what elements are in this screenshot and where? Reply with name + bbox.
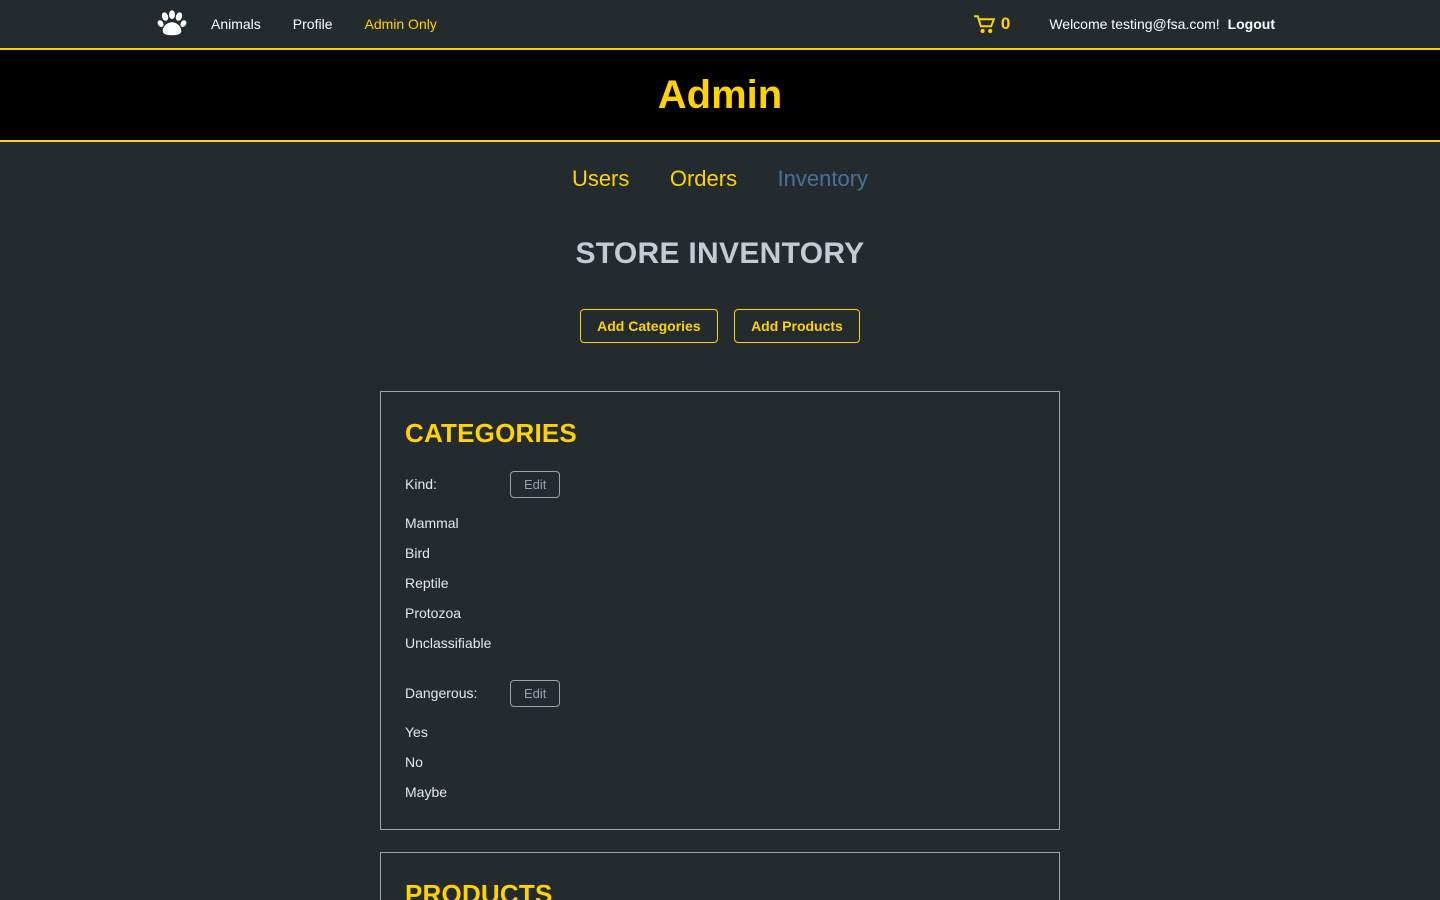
section-title: STORE INVENTORY [575, 237, 865, 270]
navbar-left-group: Animals Profile Admin Only [157, 10, 437, 38]
list-item: Yes [405, 724, 428, 740]
nav-link-animals[interactable]: Animals [211, 16, 261, 32]
shopping-cart-icon [973, 14, 996, 34]
page-title: Admin [657, 72, 783, 117]
edit-kind-button[interactable]: Edit [510, 470, 561, 498]
category-group-dangerous: Dangerous: Edit Yes No Maybe [405, 676, 1035, 807]
tab-users[interactable]: Users [572, 166, 629, 191]
list-item: Bird [405, 545, 430, 561]
products-panel: PRODUCTS Bengal Tiger ID: 5540d5fe06f256… [380, 852, 1060, 900]
category-group-dangerous-header: Dangerous: Edit [405, 676, 1035, 710]
nav-link-admin-only[interactable]: Admin Only [364, 16, 436, 32]
add-categories-button[interactable]: Add Categories [580, 309, 718, 343]
products-panel-heading: PRODUCTS [405, 879, 553, 900]
list-item: Maybe [405, 784, 448, 800]
nav-link-profile[interactable]: Profile [293, 16, 333, 32]
navbar-right-group: 0 Welcome testing@fsa.com! Logout [973, 0, 1275, 48]
category-kind-label: Kind: [405, 476, 437, 492]
category-group-kind: Kind: Edit Mammal Bird Reptile Protozoa … [405, 467, 1035, 658]
category-dangerous-list: Yes No Maybe [405, 717, 1035, 807]
category-kind-list: Mammal Bird Reptile Protozoa Unclassifia… [405, 508, 1035, 658]
cart-count: 0 [1000, 14, 1011, 33]
inventory-action-row: Add Categories Add Products [0, 309, 1440, 343]
tab-inventory[interactable]: Inventory [778, 166, 869, 191]
list-item: Mammal [405, 515, 459, 531]
category-dangerous-label: Dangerous: [405, 685, 478, 701]
welcome-message: Welcome testing@fsa.com! [1049, 16, 1220, 32]
list-item: Unclassifiable [405, 635, 492, 651]
add-products-button[interactable]: Add Products [734, 309, 860, 343]
main-content: Users Orders Inventory STORE INVENTORY A… [0, 142, 1440, 900]
list-item: Protozoa [405, 605, 462, 621]
category-group-kind-header: Kind: Edit [405, 467, 1035, 501]
top-navbar: Animals Profile Admin Only 0 Welcome tes… [0, 0, 1440, 50]
categories-panel: CATEGORIES Kind: Edit Mammal Bird Reptil… [380, 391, 1060, 830]
tab-orders[interactable]: Orders [670, 166, 737, 191]
cart-button[interactable]: 0 [973, 14, 1011, 34]
edit-dangerous-button[interactable]: Edit [510, 679, 561, 707]
admin-tab-bar: Users Orders Inventory [0, 142, 1440, 192]
list-item: No [405, 754, 423, 770]
logout-link[interactable]: Logout [1228, 16, 1275, 32]
welcome-text-group: Welcome testing@fsa.com! Logout [1049, 16, 1275, 32]
categories-panel-heading: CATEGORIES [405, 418, 577, 448]
admin-banner: Admin [0, 50, 1440, 142]
paw-icon[interactable] [157, 10, 187, 38]
list-item: Reptile [405, 575, 449, 591]
